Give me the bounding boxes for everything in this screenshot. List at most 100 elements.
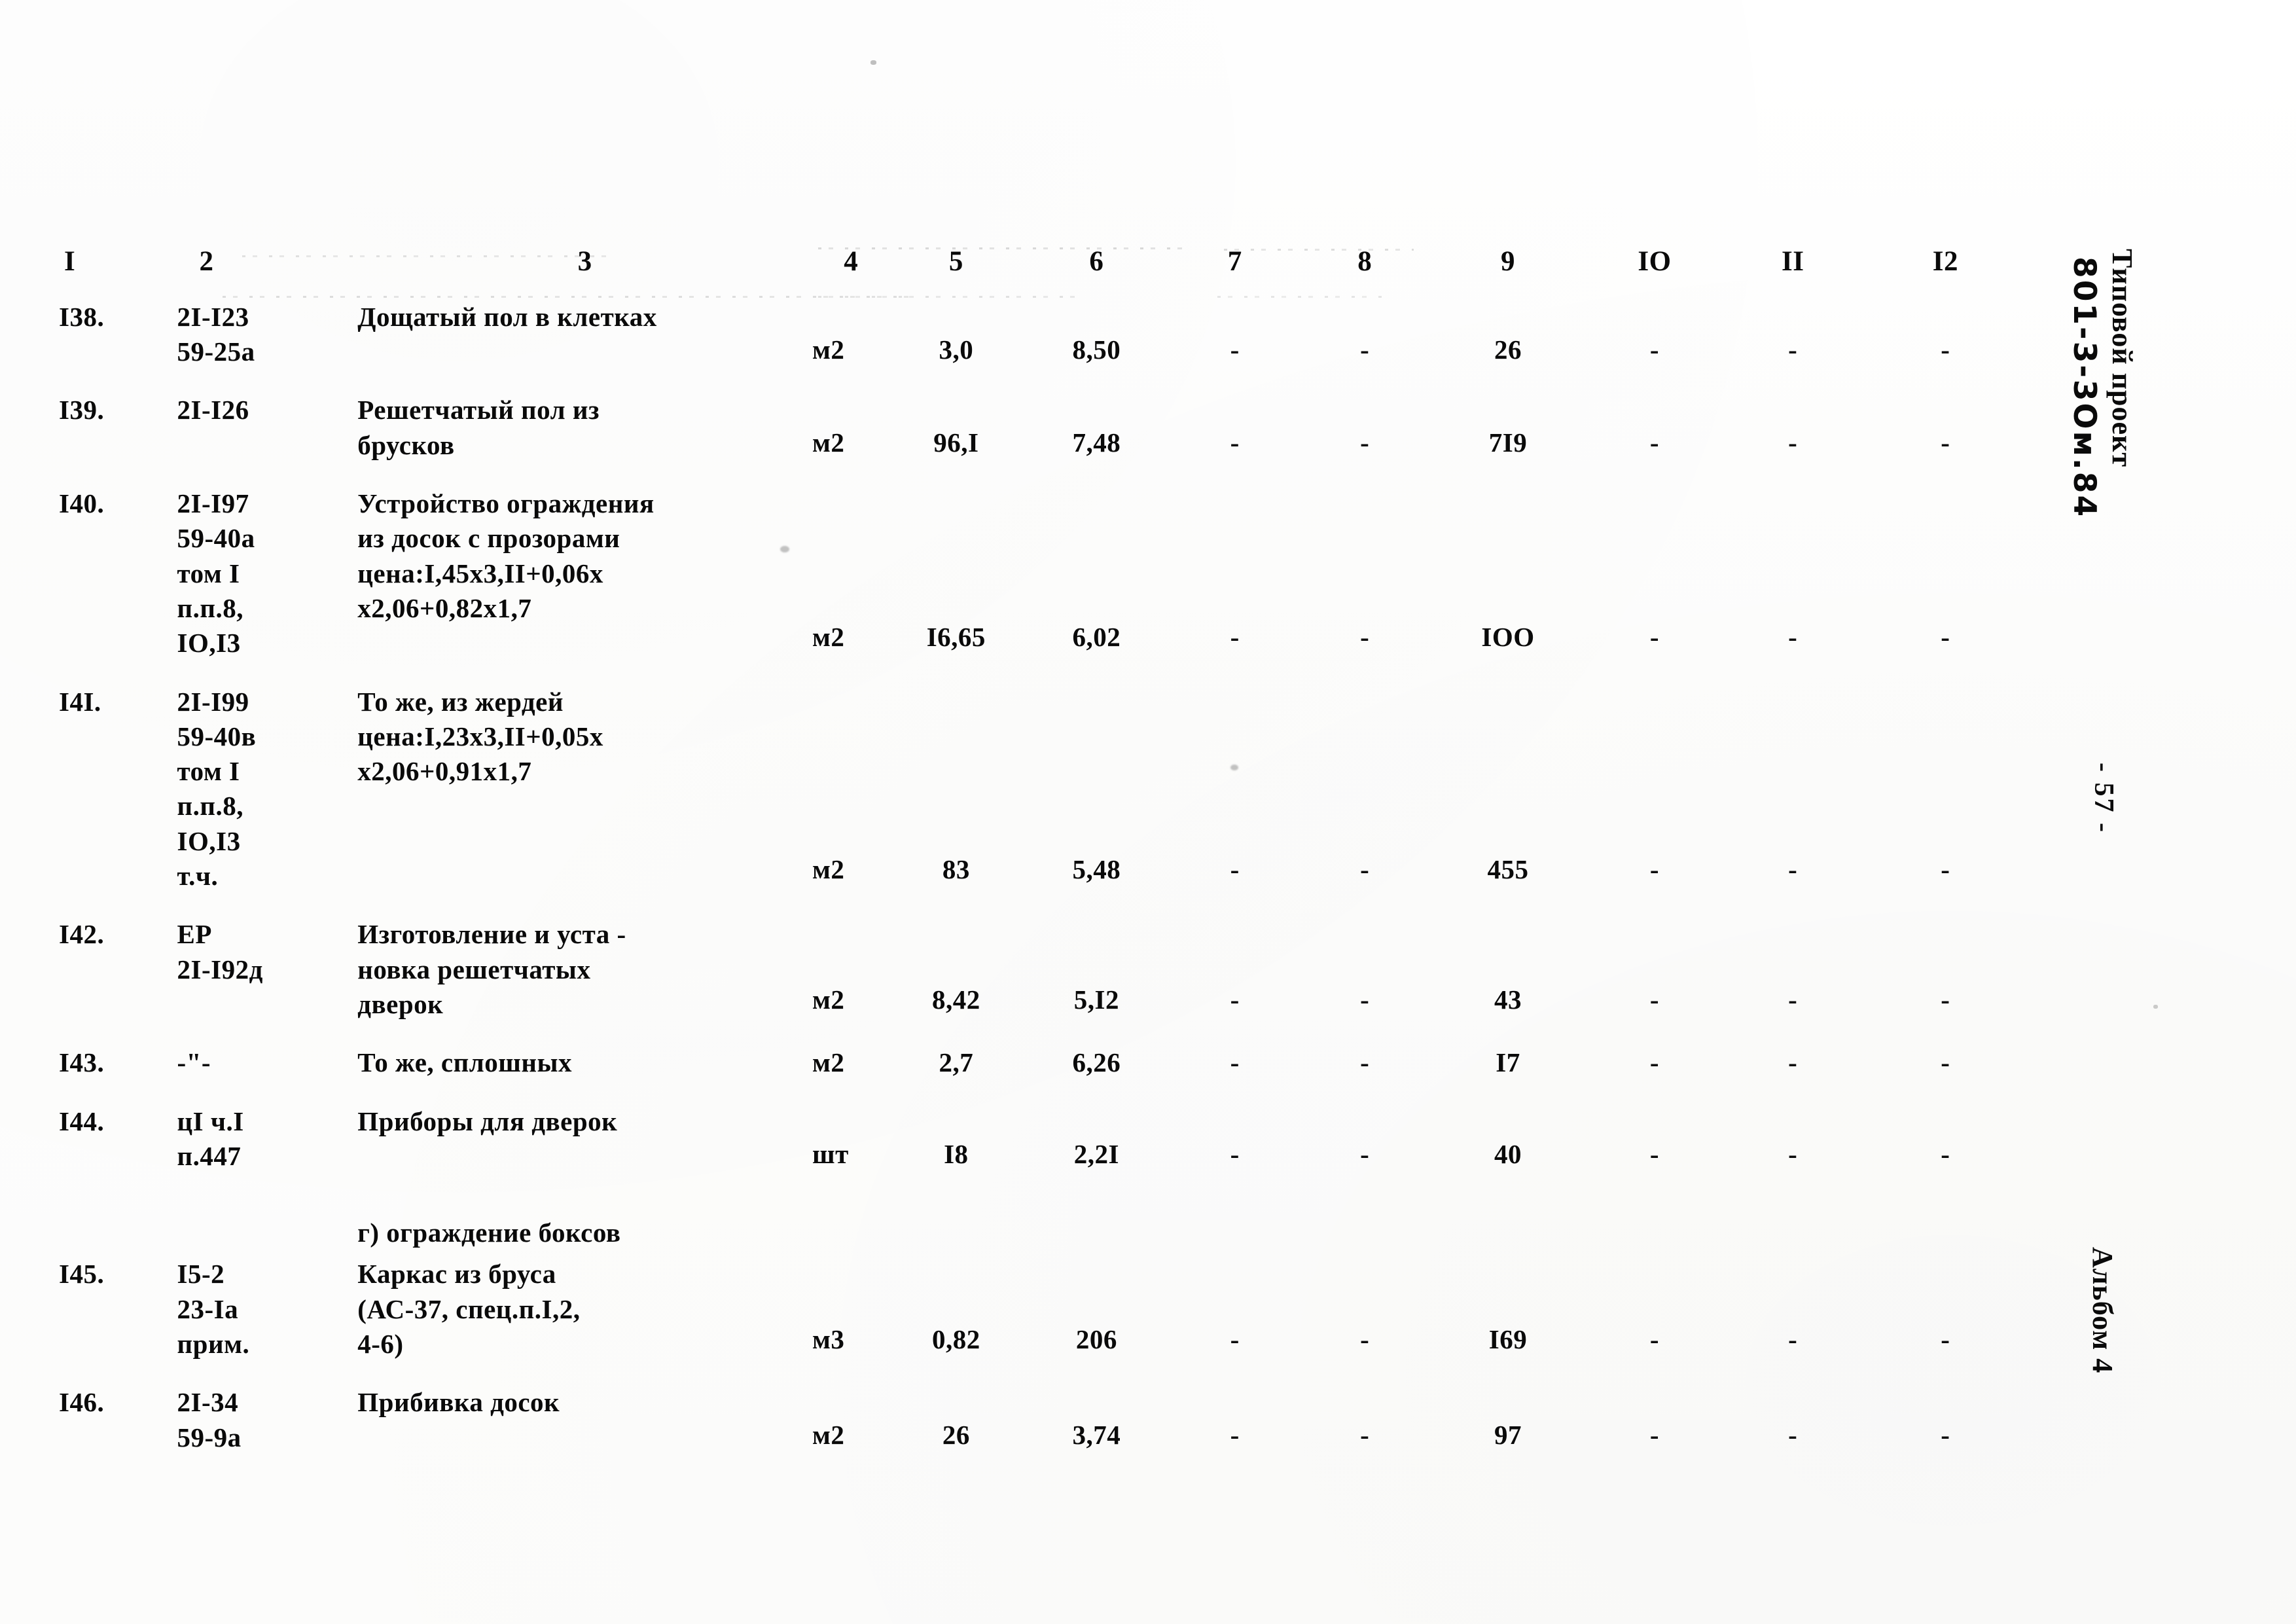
code-line: IO,I3 [177,628,241,659]
row-total-cost: 455 [1431,685,1586,894]
row-quantity-value: 2,7 [939,1047,974,1078]
row-total-cost-value: 97 [1494,1420,1522,1451]
row-quantity: 83 [890,685,1022,894]
column-header-4: 4 [844,246,859,277]
code-line: I5-2 [177,1259,225,1290]
description-line: цена:I,45х3,II+0,06х [357,558,603,588]
row-col7: - [1171,1104,1299,1174]
code-line: прим. [177,1329,250,1360]
margin-project-label: Типовой проект [2106,249,2138,467]
row-col8: - [1299,486,1431,660]
row-spacer [59,1174,2029,1197]
row-total-cost: 97 [1431,1385,1586,1455]
row-item-number: I43. [59,1047,105,1078]
row-description: Устройство ограждения из досок с прозорам… [357,486,812,660]
row-col10-value: - [1649,1324,1660,1355]
row-quantity-value: I6,65 [926,622,986,653]
margin-album-label: Альбом 4 [2087,1247,2119,1374]
description-line: цена:I,23х3,II+0,05х [357,721,603,751]
row-total-cost: I69 [1431,1257,1586,1362]
row-col8-value: - [1360,622,1370,653]
row-reference-code: цI ч.I п.447 [177,1104,358,1174]
section-empty-cell [1022,1197,1171,1257]
row-total-cost: I7 [1431,1045,1586,1080]
description-line: (АС-37, спец.п.I,2, [357,1293,581,1324]
row-spacer-cell [59,1081,2029,1104]
row-col11: - [1724,1104,1862,1174]
row-col12: - [1862,486,2029,660]
row-col10: - [1585,685,1723,894]
section-empty-cell [1171,1197,1299,1257]
row-col11-value: - [1788,984,1798,1015]
row-col7-value: - [1230,984,1240,1015]
row-col11: - [1724,1257,1862,1362]
row-col11: - [1724,685,1862,894]
row-total-cost-value: 40 [1494,1138,1522,1169]
row-col8: - [1299,1257,1431,1362]
description-line: Устройство ограждения [357,488,655,519]
row-reference-code: ЕР 2I-I92д [177,917,358,1022]
table-sheet: I 2 3 4 5 6 7 8 9 IO II I2 I38. 2I-I23 59-25а Дощатый п… [0,0,2296,1624]
row-col8-value: - [1360,1420,1370,1451]
row-description: Решетчатый пол из брусков [357,393,812,463]
row-quantity: 96,I [890,393,1022,463]
row-col7-value: - [1230,427,1240,458]
row-quantity-value: I8 [944,1138,969,1169]
code-line: 2I-I99 [177,686,249,717]
row-col8: - [1299,685,1431,894]
row-total-cost-value: 43 [1494,984,1522,1015]
row-unit: м2 [812,1045,890,1080]
row-unit-price: 7,48 [1022,393,1171,463]
row-unit-price-value: 3,74 [1072,1420,1121,1451]
code-line: ЕР [177,919,212,950]
row-unit-price: 206 [1022,1257,1171,1362]
row-spacer-cell [59,893,2029,917]
row-col12-value: - [1941,1420,1950,1451]
row-quantity-value: 83 [942,854,970,884]
row-spacer [59,1081,2029,1104]
row-col11: - [1724,1385,1862,1455]
column-header-11: II [1781,246,1804,277]
code-line: цI ч.I [177,1106,244,1136]
row-unit-price-value: 7,48 [1072,427,1121,458]
table-row: I46. 2I-34 59-9а Прибивка досок м2 26 3,74 - - 97… [59,1385,2029,1455]
row-spacer [59,661,2029,685]
row-col7: - [1171,1257,1299,1362]
row-item-number: I42. [59,919,105,950]
row-col7: - [1171,1045,1299,1080]
row-col12-value: - [1941,334,1950,365]
table-row: I42. ЕР 2I-I92д Изготовление и уста - новка … [59,917,2029,1022]
row-col7: - [1171,917,1299,1022]
row-col10-value: - [1649,1047,1660,1078]
row-col11-value: - [1788,1420,1798,1451]
row-col12: - [1862,685,2029,894]
row-unit-price-value: 6,02 [1072,622,1121,653]
code-line: 2I-I92д [177,954,263,984]
row-col8-value: - [1360,854,1370,884]
row-col12: - [1862,300,2029,370]
row-col11-value: - [1788,1138,1798,1169]
row-item-number: I45. [59,1259,105,1290]
table-row: I43. -"- То же, сплошных м2 2,7 6,26 - - I7 - - - [59,1045,2029,1080]
row-col8: - [1299,917,1431,1022]
row-col10: - [1585,1045,1723,1080]
row-spacer [59,1362,2029,1385]
row-col7: - [1171,685,1299,894]
row-unit-value: м2 [812,854,845,884]
row-unit-value: м2 [812,1047,845,1078]
row-spacer-cell [59,463,2029,486]
section-empty-cell [1431,1197,1586,1257]
row-unit-value: м2 [812,984,845,1015]
row-unit-price: 5,I2 [1022,917,1171,1022]
code-line: 2I-I26 [177,395,249,425]
row-col11-value: - [1788,1047,1798,1078]
description-line: То же, сплошных [357,1047,572,1078]
row-unit-price-value: 6,26 [1072,1047,1121,1078]
row-col8: - [1299,1104,1431,1174]
row-total-cost: 26 [1431,300,1586,370]
description-line: брусков [357,429,455,460]
section-empty-cell [1585,1197,1723,1257]
row-spacer-cell [59,1022,2029,1045]
code-line: том I [177,558,240,588]
row-col12-value: - [1941,1138,1950,1169]
